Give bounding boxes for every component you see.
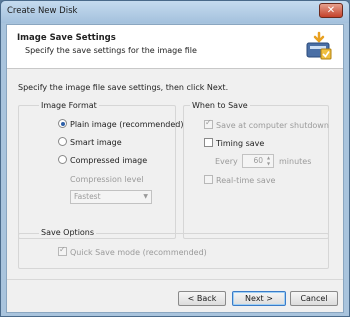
compression-level-select[interactable]: Fastest ▼ xyxy=(70,190,152,204)
dialog-client: Image Save Settings Specify the save set… xyxy=(6,24,344,313)
quick-save-checkbox[interactable]: Quick Save mode (recommended) xyxy=(58,245,207,257)
spin-down-icon[interactable]: ▼ xyxy=(265,161,272,167)
radio-indicator xyxy=(58,137,67,146)
compression-level-value: Fastest xyxy=(74,192,101,201)
quick-save-label: Quick Save mode (recommended) xyxy=(70,248,207,257)
interval-value: 60 xyxy=(253,156,263,165)
radio-indicator xyxy=(58,155,67,164)
radio-smart-label: Smart image xyxy=(70,138,122,147)
save-at-shutdown-checkbox[interactable]: Save at computer shutdown xyxy=(204,118,329,130)
back-button[interactable]: < Back xyxy=(178,291,226,306)
radio-plain-label: Plain image (recommended) xyxy=(70,120,184,129)
realtime-save-checkbox[interactable]: Real-time save xyxy=(204,175,276,185)
page-subtitle: Specify the save settings for the image … xyxy=(25,46,197,55)
page-title: Image Save Settings xyxy=(17,33,116,43)
checkbox-indicator xyxy=(204,118,213,129)
instruction-text: Specify the image file save settings, th… xyxy=(18,83,229,92)
cancel-button[interactable]: Cancel xyxy=(290,291,338,306)
radio-compressed-label: Compressed image xyxy=(70,156,148,165)
next-button[interactable]: Next > xyxy=(232,291,286,306)
checkbox-indicator xyxy=(204,138,213,147)
radio-compressed-image[interactable]: Compressed image xyxy=(58,155,148,165)
interval-spinner[interactable]: 60 ▲ ▼ xyxy=(242,154,274,168)
timing-save-label: Timing save xyxy=(216,139,265,148)
checkbox-indicator xyxy=(204,175,213,184)
radio-plain-image[interactable]: Plain image (recommended) xyxy=(58,119,184,129)
window-title: Create New Disk xyxy=(7,6,78,16)
disk-wizard-icon xyxy=(306,31,332,60)
wizard-header: Image Save Settings Specify the save set… xyxy=(7,25,343,69)
compression-level-label: Compression level xyxy=(70,175,144,184)
footer-divider xyxy=(7,279,343,280)
when-to-save-label: When to Save xyxy=(190,101,250,110)
checkbox-indicator xyxy=(58,245,67,256)
save-options-label: Save Options xyxy=(39,228,97,237)
radio-indicator xyxy=(58,119,67,128)
close-button[interactable]: ✕ xyxy=(319,3,343,18)
every-label: Every xyxy=(215,157,238,166)
title-bar[interactable]: Create New Disk ✕ xyxy=(1,1,349,23)
save-at-shutdown-label: Save at computer shutdown xyxy=(216,121,329,130)
realtime-save-label: Real-time save xyxy=(216,176,276,185)
chevron-down-icon: ▼ xyxy=(143,193,148,200)
image-format-label: Image Format xyxy=(39,101,99,110)
timing-save-checkbox[interactable]: Timing save xyxy=(204,138,265,148)
dialog-window: Create New Disk ✕ Image Save Settings Sp… xyxy=(0,0,350,317)
radio-smart-image[interactable]: Smart image xyxy=(58,137,122,147)
minutes-label: minutes xyxy=(279,157,312,166)
